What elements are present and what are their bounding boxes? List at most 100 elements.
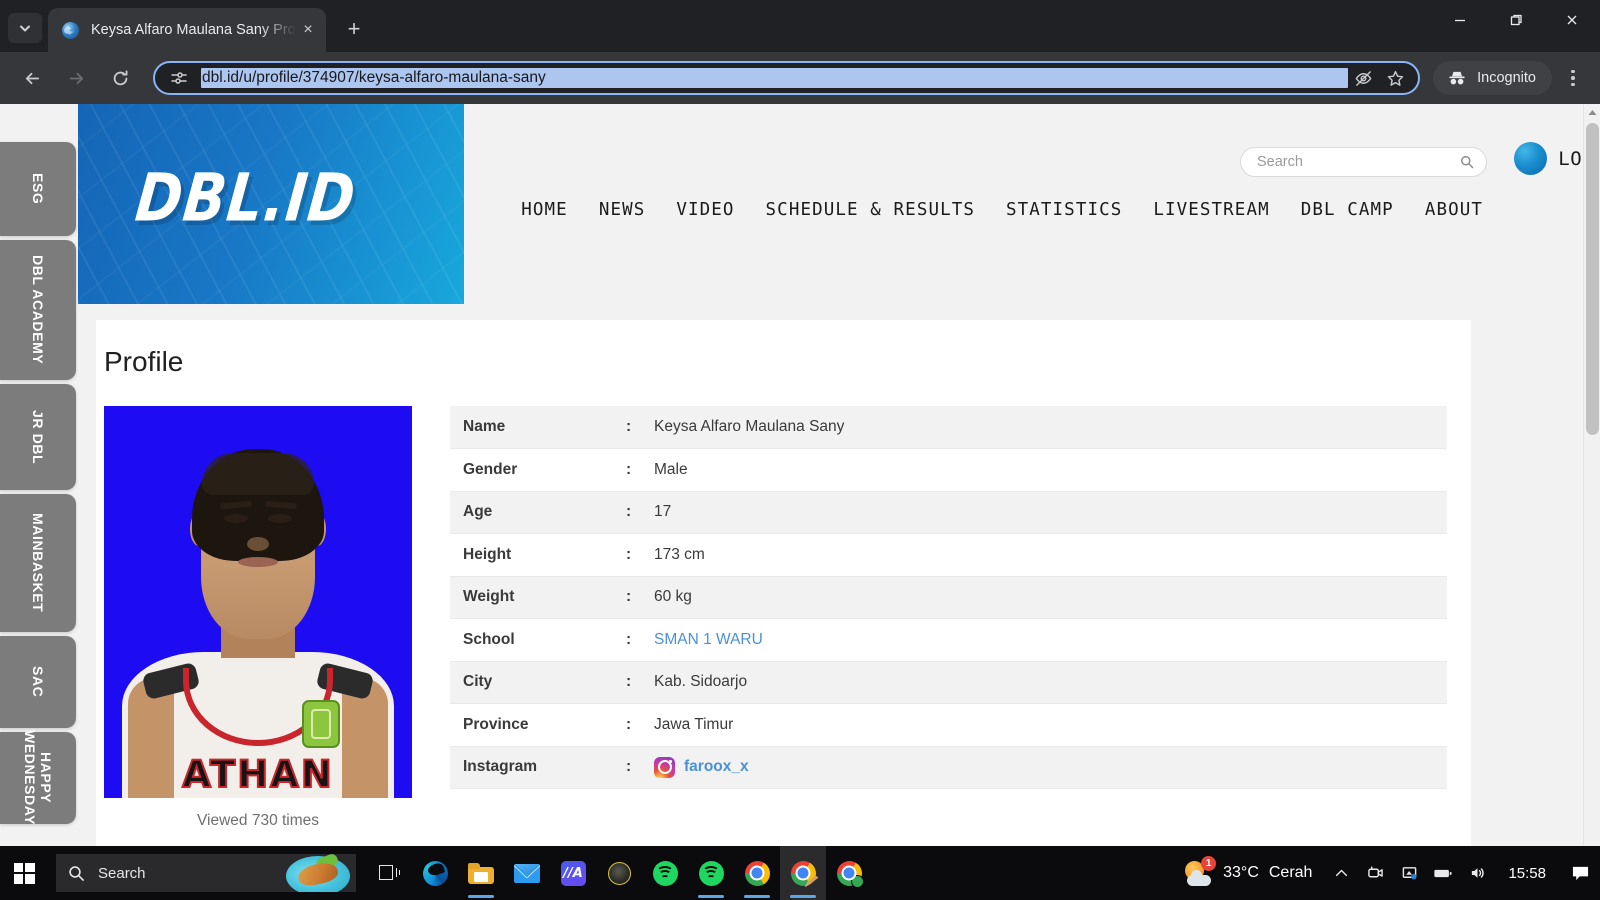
search-input[interactable] xyxy=(1257,154,1460,170)
row-value: 17 xyxy=(641,491,1447,534)
taskbar-app-chrome-1[interactable] xyxy=(734,846,780,900)
maximize-button[interactable] xyxy=(1488,0,1544,40)
side-tab-label: ESG xyxy=(30,173,47,205)
taskbar-app-chrome-3[interactable] xyxy=(826,846,872,900)
site-info-tune-icon[interactable] xyxy=(169,68,189,88)
table-row: Height : 173 cm xyxy=(450,533,1447,577)
task-view-button[interactable] xyxy=(366,846,412,900)
taskbar-app-edge[interactable] xyxy=(412,846,458,900)
tracking-protection-eye-off-icon[interactable] xyxy=(1348,63,1378,93)
taskbar-app-ma[interactable]: //A xyxy=(550,846,596,900)
school-link[interactable]: SMAN 1 WARU xyxy=(654,631,763,648)
jersey-text: ATHAN xyxy=(181,752,334,797)
profile-table: Name : Keysa Alfaro Maulana Sany Gender … xyxy=(450,406,1447,789)
nav-item-about[interactable]: ABOUT xyxy=(1425,200,1483,220)
windows-logo-icon xyxy=(13,862,35,884)
side-tab-esg[interactable]: ESG xyxy=(0,142,76,236)
row-value-instagram-cell: faroox_x xyxy=(641,746,1447,789)
url-text[interactable]: dbl.id/u/profile/374907/keysa-alfaro-mau… xyxy=(201,68,1349,88)
bookmark-star-icon[interactable] xyxy=(1380,63,1410,93)
minimize-button[interactable] xyxy=(1432,0,1488,40)
chrome-menu-button[interactable] xyxy=(1556,61,1590,95)
row-value: Male xyxy=(641,448,1447,492)
onedrive-icon xyxy=(1402,867,1417,880)
jersey-patch xyxy=(302,700,340,748)
browser-tab[interactable]: Keysa Alfaro Maulana Sany Prof × xyxy=(48,8,326,52)
taskbar-app-file-explorer[interactable] xyxy=(458,846,504,900)
scrollbar-thumb[interactable] xyxy=(1586,123,1599,435)
row-value: Keysa Alfaro Maulana Sany xyxy=(641,406,1447,449)
site-logo-banner[interactable]: DBL.ID xyxy=(78,104,464,304)
forward-button[interactable] xyxy=(59,61,93,95)
taskbar-app-mail[interactable] xyxy=(504,846,550,900)
tab-favicon-globe-icon xyxy=(62,21,79,39)
tab-search-button[interactable] xyxy=(8,13,42,43)
row-key: Height xyxy=(450,533,613,577)
scroll-up-arrow-icon[interactable] xyxy=(1584,104,1600,121)
chevron-up-icon xyxy=(1335,869,1348,876)
side-tab-jr-dbl[interactable]: JR DBL xyxy=(0,384,76,490)
taskbar-clock[interactable]: 15:58 xyxy=(1494,865,1560,882)
taskbar-app-spotify-2[interactable] xyxy=(688,846,734,900)
row-key: Age xyxy=(450,491,613,534)
side-tab-happy-wednesday[interactable]: HAPPY WEDNESDAY xyxy=(0,730,76,826)
onedrive-tray-icon[interactable] xyxy=(1392,846,1426,900)
table-row: School : SMAN 1 WARU xyxy=(450,618,1447,662)
nav-item-livestream[interactable]: LIVESTREAM xyxy=(1153,200,1269,220)
row-value: Jawa Timur xyxy=(641,703,1447,747)
search-icon[interactable] xyxy=(1460,155,1474,169)
taskbar-app-spotify-1[interactable] xyxy=(642,846,688,900)
row-separator: : xyxy=(613,406,641,449)
row-separator: : xyxy=(613,448,641,492)
weather-sun-cloud-icon: 1 xyxy=(1183,856,1217,886)
address-bar[interactable]: dbl.id/u/profile/374907/keysa-alfaro-mau… xyxy=(153,61,1421,95)
notification-center-button[interactable] xyxy=(1560,846,1600,900)
side-tab-sac[interactable]: SAC xyxy=(0,636,76,728)
row-value: 60 kg xyxy=(641,576,1447,619)
row-key: Name xyxy=(450,406,613,449)
close-window-button[interactable] xyxy=(1544,0,1600,40)
main-navigation: HOME NEWS VIDEO SCHEDULE & RESULTS STATI… xyxy=(521,200,1483,220)
back-button[interactable] xyxy=(15,61,49,95)
photo-column: ATHAN Viewed 730 times xyxy=(104,406,412,830)
chrome-icon xyxy=(836,860,864,888)
nav-item-news[interactable]: NEWS xyxy=(599,200,646,220)
nav-item-video[interactable]: VIDEO xyxy=(676,200,734,220)
nav-item-statistics[interactable]: STATISTICS xyxy=(1006,200,1122,220)
start-button[interactable] xyxy=(0,846,48,900)
site-header: DBL.ID LOGIN xyxy=(0,104,1600,304)
row-separator: : xyxy=(613,661,641,704)
volume-tray-icon[interactable] xyxy=(1460,846,1494,900)
taskbar-app-dark-circle[interactable] xyxy=(596,846,642,900)
incognito-indicator[interactable]: Incognito xyxy=(1433,61,1552,95)
new-tab-button[interactable]: + xyxy=(338,13,370,45)
incognito-icon xyxy=(1449,71,1465,85)
instagram-link[interactable]: faroox_x xyxy=(684,758,749,776)
edge-icon xyxy=(422,860,448,886)
meet-camera-tray-icon[interactable] xyxy=(1358,846,1392,900)
search-icon xyxy=(69,865,84,881)
table-row: Weight : 60 kg xyxy=(450,576,1447,619)
reload-icon xyxy=(113,69,127,85)
tab-strip: Keysa Alfaro Maulana Sany Prof × + xyxy=(0,0,1600,52)
page-scrollbar[interactable] xyxy=(1583,104,1600,846)
nav-item-dbl-camp[interactable]: DBL CAMP xyxy=(1301,200,1394,220)
restore-icon xyxy=(1510,14,1522,26)
battery-tray-icon[interactable] xyxy=(1426,846,1460,900)
nav-item-schedule-results[interactable]: SCHEDULE & RESULTS xyxy=(766,200,975,220)
weather-widget[interactable]: 1 33°C Cerah xyxy=(1171,856,1324,886)
nav-item-home[interactable]: HOME xyxy=(521,200,568,220)
tab-close-icon[interactable]: × xyxy=(296,18,320,42)
row-value: 173 cm xyxy=(641,533,1447,577)
taskbar-search-box[interactable]: Search xyxy=(56,854,356,892)
side-tab-dbl-academy[interactable]: DBL ACADEMY xyxy=(0,240,76,380)
browser-toolbar: dbl.id/u/profile/374907/keysa-alfaro-mau… xyxy=(0,52,1600,104)
table-row: Gender : Male xyxy=(450,448,1447,492)
reload-button[interactable] xyxy=(103,61,137,95)
taskbar-app-chrome-2[interactable] xyxy=(780,846,826,900)
table-row: Province : Jawa Timur xyxy=(450,703,1447,747)
search-box[interactable] xyxy=(1240,147,1487,177)
show-hidden-icons-button[interactable] xyxy=(1324,846,1358,900)
system-tray: 1 33°C Cerah 15:58 xyxy=(1171,846,1600,900)
side-tab-mainbasket[interactable]: MAINBASKET xyxy=(0,494,76,632)
